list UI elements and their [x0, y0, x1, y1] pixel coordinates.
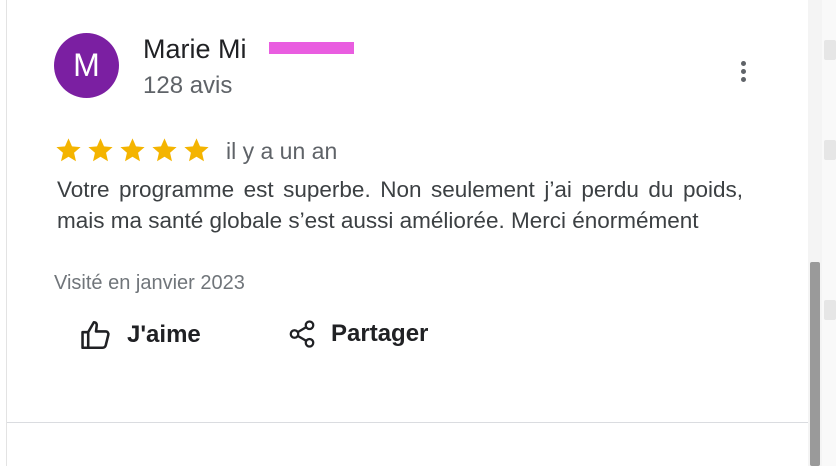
more-vert-icon [740, 68, 746, 74]
author-name[interactable]: Marie Mi [143, 34, 247, 65]
more-vert-icon [740, 76, 746, 82]
like-button[interactable]: J'aime [79, 318, 201, 352]
scrollbar[interactable] [808, 0, 823, 466]
star-icon [88, 138, 113, 162]
share-label: Partager [331, 320, 429, 347]
star-rating [54, 136, 211, 165]
star-icon [184, 138, 209, 162]
review-card: M Marie Mi 128 avis il y a un an Votre p… [7, 0, 808, 466]
avatar-initial: M [73, 47, 100, 83]
thumb-up-icon [81, 320, 110, 350]
background-chip [824, 300, 836, 320]
more-options-button[interactable] [733, 56, 753, 86]
star-icon [120, 138, 145, 162]
review-text: Votre programme est superbe. Non seuleme… [57, 177, 743, 233]
star-icon [56, 138, 81, 162]
author-review-count: 128 avis [143, 72, 233, 99]
name-redaction [269, 42, 354, 54]
share-button[interactable]: Partager [287, 318, 428, 350]
share-icon [289, 320, 315, 348]
avatar[interactable]: M [54, 33, 119, 98]
background-strip [822, 0, 836, 466]
like-label: J'aime [127, 321, 201, 348]
review-time: il y a un an [226, 138, 338, 164]
more-vert-icon [740, 60, 746, 66]
background-chip [824, 40, 836, 60]
background-chip [824, 140, 836, 160]
divider [7, 422, 808, 423]
background-page-edge [808, 0, 836, 466]
visited-date: Visité en janvier 2023 [54, 272, 245, 294]
scrollbar-thumb[interactable] [810, 262, 820, 466]
star-icon [152, 138, 177, 162]
